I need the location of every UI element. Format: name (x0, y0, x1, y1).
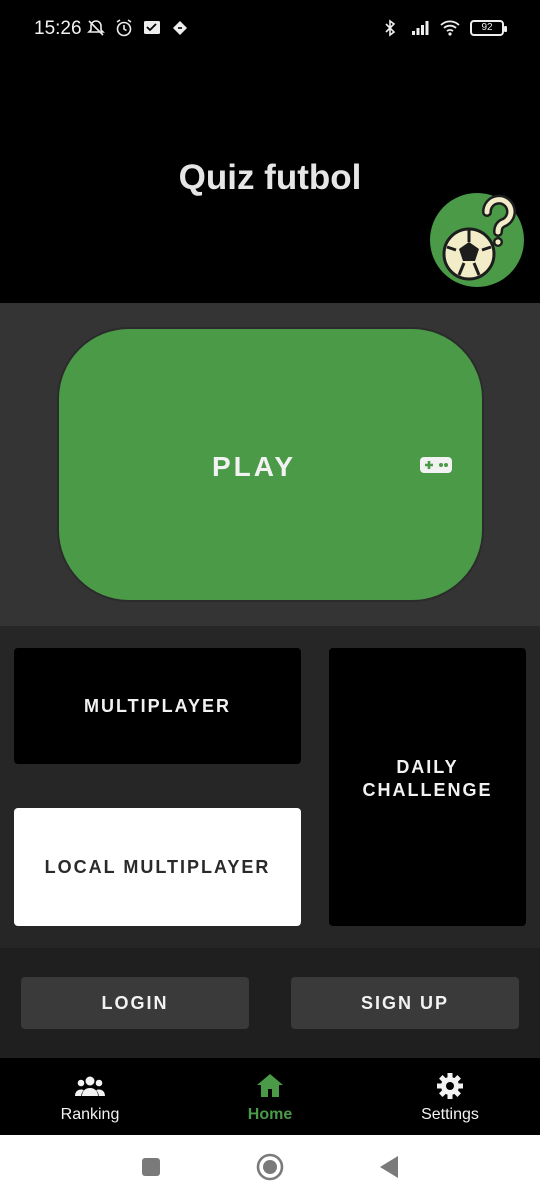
group-icon (75, 1076, 105, 1096)
status-system-icons: 92 (380, 18, 507, 38)
nav-label-ranking: Ranking (60, 1106, 120, 1123)
message-icon (144, 21, 160, 34)
local-multiplayer-button[interactable]: LOCAL MULTIPLAYER (14, 808, 301, 926)
back-button[interactable] (374, 1152, 404, 1182)
status-time: 15:26 (34, 18, 82, 39)
wifi-icon (440, 20, 460, 36)
multiplayer-button[interactable]: MULTIPLAYER (14, 648, 301, 764)
nav-item-ranking[interactable]: Ranking (10, 1072, 170, 1124)
login-label: LOGIN (101, 992, 169, 1013)
status-bar: 15:26 92 (0, 0, 540, 60)
battery-icon: 92 (470, 20, 507, 36)
recents-button[interactable] (136, 1152, 166, 1182)
signup-button[interactable]: SIGN UP (291, 977, 519, 1029)
daily-challenge-label-line1: DAILY (396, 757, 459, 777)
signup-label: SIGN UP (360, 992, 449, 1013)
home-icon (257, 1074, 283, 1097)
daily-challenge-label-line2: CHALLENGE (362, 780, 493, 800)
local-multiplayer-label: LOCAL MULTIPLAYER (44, 856, 271, 877)
nav-label-home: Home (247, 1106, 293, 1123)
home-system-button[interactable] (255, 1152, 285, 1182)
nav-label-settings: Settings (421, 1106, 479, 1123)
muted-bell-icon (87, 20, 105, 36)
nav-item-home[interactable]: Home (190, 1072, 350, 1124)
nav-item-settings[interactable]: Settings (370, 1072, 530, 1124)
login-button[interactable]: LOGIN (21, 977, 249, 1029)
daily-challenge-button[interactable]: DAILY CHALLENGE (329, 648, 526, 926)
soccer-ball-question-logo (430, 193, 524, 287)
play-button[interactable]: PLAY (57, 327, 484, 602)
gear-icon (437, 1073, 463, 1099)
navigation-icon (173, 21, 187, 35)
multiplayer-label: MULTIPLAYER (83, 695, 231, 716)
signal-icon (412, 21, 429, 35)
status-notification-icons (86, 18, 190, 38)
play-label: PLAY (211, 451, 297, 482)
alarm-icon (116, 19, 132, 37)
bluetooth-icon (385, 19, 396, 37)
gamepad-icon (420, 457, 452, 473)
